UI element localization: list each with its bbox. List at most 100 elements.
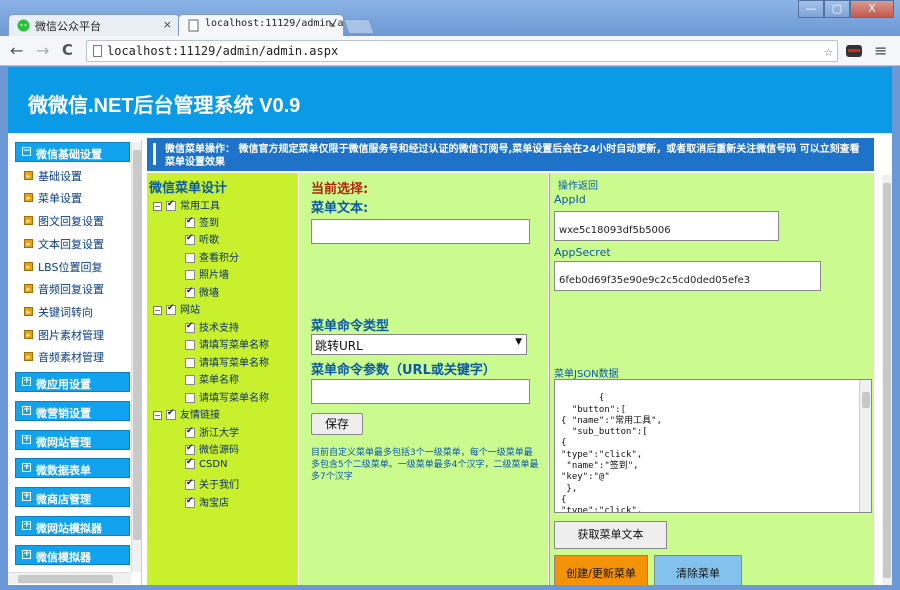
tab-admin[interactable]: localhost:11129/admin/a × (178, 14, 344, 36)
checkbox[interactable] (185, 426, 195, 438)
menu-tree-title: 微信菜单设计 (149, 181, 228, 196)
sidebar-item-basic-settings[interactable]: ▸ 基础设置 (24, 168, 134, 186)
sidebar-vertical-scrollbar[interactable] (131, 142, 141, 572)
sidebar-group-website[interactable]: + 微网站管理 (15, 430, 130, 450)
save-button[interactable]: 保存 (311, 413, 363, 435)
checkbox[interactable] (185, 375, 195, 385)
close-window-button[interactable]: X (850, 0, 894, 18)
sidebar-item-image-assets[interactable]: ▸ 图片素材管理 (24, 327, 134, 345)
tree-item[interactable]: 查看积分 (185, 249, 239, 265)
scrollbar-thumb[interactable] (862, 392, 870, 408)
tab-close-icon[interactable]: × (163, 18, 172, 31)
tree-item[interactable]: 照片墙 (185, 266, 229, 282)
checkbox[interactable] (166, 303, 176, 315)
checkbox[interactable] (185, 233, 195, 245)
sidebar-group-site-simulator[interactable]: + 微网站模拟器 (15, 516, 130, 536)
tree-item[interactable]: 浙江大学 (185, 424, 239, 440)
sidebar-group-micro-apps[interactable]: + 微应用设置 (15, 372, 130, 392)
tree-item[interactable]: 请填写菜单名称 (185, 354, 269, 370)
back-button[interactable]: ← (10, 41, 23, 60)
checkbox[interactable] (185, 496, 195, 508)
clear-menu-button[interactable]: 清除菜单 (654, 555, 742, 585)
get-menu-button[interactable]: 获取菜单文本 (554, 521, 667, 549)
sidebar-item-label: 图片素材管理 (38, 329, 104, 342)
command-type-label: 菜单命令类型 (311, 319, 390, 334)
checkbox[interactable] (185, 286, 195, 298)
json-scrollbar[interactable] (859, 380, 871, 512)
appid-input[interactable] (554, 211, 779, 241)
tree-group-common-tools[interactable]: − 常用工具 (153, 197, 220, 213)
checkbox[interactable] (185, 393, 195, 403)
tree-group-website[interactable]: − 网站 (153, 301, 200, 317)
tab-wechat-platform[interactable]: 微信公众平台 × (8, 14, 180, 36)
tree-group-friend-links[interactable]: − 友情链接 (153, 406, 220, 422)
sidebar-item-text-reply[interactable]: ▸ 文本回复设置 (24, 236, 134, 254)
sidebar-group-data-forms[interactable]: + 微数据表单 (15, 458, 130, 478)
checkbox[interactable] (185, 358, 195, 368)
checkbox[interactable] (185, 253, 195, 263)
menu-text-input[interactable] (311, 219, 530, 244)
tree-item[interactable]: 微信源码 (185, 441, 239, 457)
tree-item[interactable]: 淘宝店 (185, 494, 229, 510)
tree-item[interactable]: CSDN (185, 457, 228, 475)
extension-icon[interactable] (846, 45, 862, 57)
new-tab-button[interactable] (343, 19, 375, 34)
expand-icon: + (22, 462, 31, 472)
checkbox[interactable] (185, 321, 195, 333)
tree-item[interactable]: 菜单名称 (185, 371, 239, 387)
tree-item[interactable]: 签到 (185, 214, 219, 230)
tree-label: 照片墙 (199, 270, 229, 281)
scrollbar-thumb[interactable] (18, 575, 113, 583)
maximize-button[interactable]: ▢ (824, 0, 850, 18)
checkbox[interactable] (185, 216, 195, 228)
tree-item[interactable]: 请填写菜单名称 (185, 389, 269, 405)
tree-item[interactable]: 听歌 (185, 231, 219, 247)
reload-button[interactable]: C (62, 41, 73, 59)
browser-menu-icon[interactable]: ≡ (874, 41, 887, 60)
checkbox[interactable] (185, 270, 195, 280)
forward-button[interactable]: → (36, 41, 49, 60)
menu-limit-note: 目前自定义菜单最多包括3个一级菜单，每个一级菜单最多包含5个二级菜单。一级菜单最… (311, 448, 539, 482)
current-selection-label: 当前选择: (311, 182, 369, 197)
command-param-input[interactable] (311, 379, 530, 404)
tree-label: 友情链接 (180, 410, 220, 421)
sidebar-item-news-reply[interactable]: ▸ 图文回复设置 (24, 213, 134, 231)
command-type-select[interactable]: 跳转URL ▼ (311, 334, 527, 355)
address-bar[interactable]: localhost:11129/admin/admin.aspx ☆ (86, 40, 838, 62)
notice-bar: 微信菜单操作： 微信官方规定菜单仅限于微信服务号和经过认证的微信订阅号,菜单设置… (147, 138, 874, 171)
sidebar-horizontal-scrollbar[interactable] (8, 572, 131, 584)
checkbox[interactable] (185, 340, 195, 350)
scrollbar-thumb[interactable] (883, 183, 891, 578)
create-menu-button[interactable]: 创建/更新菜单 (554, 555, 648, 585)
tree-item[interactable]: 关于我们 (185, 476, 239, 492)
sidebar-group-shop[interactable]: + 微商店管理 (15, 487, 130, 507)
checkbox[interactable] (166, 408, 176, 420)
tab-close-icon[interactable]: × (329, 18, 336, 31)
sidebar-item-keyword-redirect[interactable]: ▸ 关键词转向 (24, 304, 134, 322)
sidebar-group-label: 微信模拟器 (36, 551, 91, 564)
sidebar-item-lbs-reply[interactable]: ▸ LBS位置回复 (24, 259, 134, 277)
page-icon (188, 19, 199, 32)
page-icon (93, 45, 102, 57)
json-textarea[interactable]: { "button":[ { "name":"常用工具", "sub_butto… (554, 379, 872, 513)
checkbox[interactable] (166, 199, 176, 211)
main-vertical-scrollbar[interactable] (882, 175, 892, 585)
sidebar-item-audio-assets[interactable]: ▸ 音频素材管理 (24, 349, 134, 367)
sidebar-item-audio-reply[interactable]: ▸ 音频回复设置 (24, 281, 134, 299)
checkbox[interactable] (185, 457, 195, 469)
minimize-button[interactable]: — (798, 0, 824, 18)
tree-item[interactable]: 技术支持 (185, 319, 239, 335)
sidebar-group-wechat-simulator[interactable]: + 微信模拟器 (15, 545, 130, 565)
sidebar-group-wechat-basic[interactable]: − 微信基础设置 (15, 142, 130, 162)
checkbox[interactable] (185, 478, 195, 490)
sidebar-item-menu-settings[interactable]: ▸ 菜单设置 (24, 190, 134, 208)
scrollbar-thumb[interactable] (133, 150, 141, 540)
sidebar-group-label: 微数据表单 (36, 464, 91, 477)
sidebar-group-marketing[interactable]: + 微营销设置 (15, 401, 130, 421)
tree-item[interactable]: 请填写菜单名称 (185, 336, 269, 352)
tree-item[interactable]: 微墙 (185, 284, 219, 300)
sidebar-item-label: 基础设置 (38, 170, 82, 183)
appsecret-input[interactable] (554, 261, 821, 291)
bookmark-star-icon[interactable]: ☆ (824, 42, 833, 60)
checkbox[interactable] (185, 443, 195, 455)
